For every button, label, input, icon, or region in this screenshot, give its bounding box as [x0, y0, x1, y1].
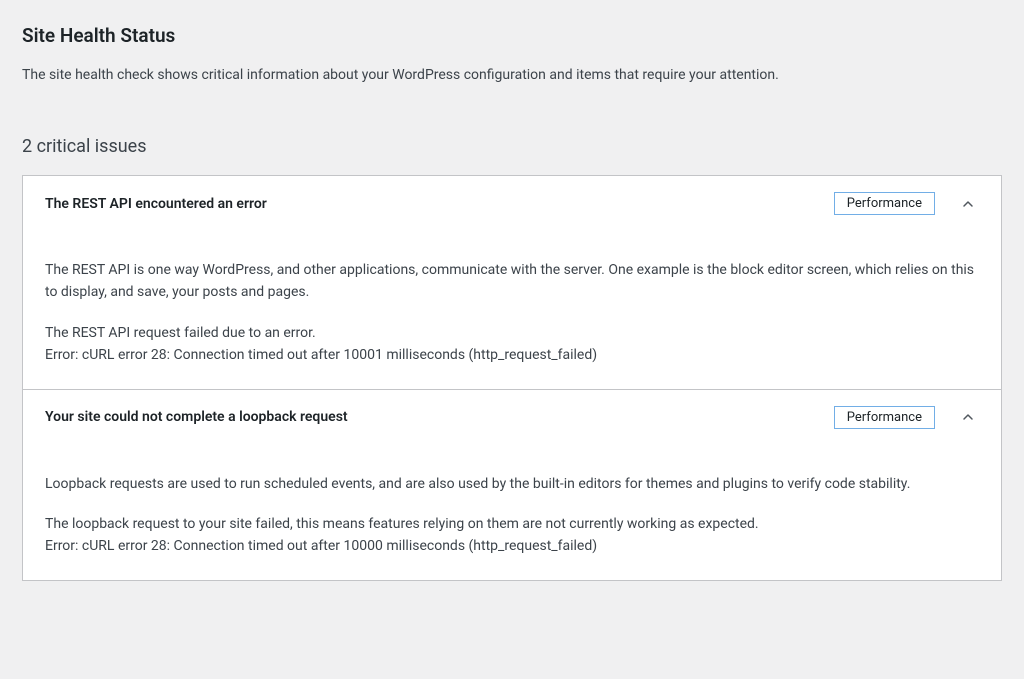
- chevron-up-icon: [957, 193, 979, 215]
- issue-toggle[interactable]: Your site could not complete a loopback …: [45, 406, 979, 429]
- page-title: Site Health Status: [22, 24, 1002, 47]
- issue-toggle[interactable]: The REST API encountered an error Perfor…: [45, 192, 979, 215]
- issue-text: The REST API is one way WordPress, and o…: [45, 259, 979, 304]
- issue-item: Your site could not complete a loopback …: [23, 389, 1001, 580]
- issue-category-badge: Performance: [834, 192, 935, 215]
- chevron-up-icon: [957, 406, 979, 428]
- issue-text: Loopback requests are used to run schedu…: [45, 473, 979, 495]
- issue-text: The loopback request to your site failed…: [45, 513, 979, 558]
- issue-body: The REST API is one way WordPress, and o…: [45, 259, 979, 367]
- issue-title: Your site could not complete a loopback …: [45, 409, 348, 425]
- issue-title: The REST API encountered an error: [45, 196, 267, 212]
- issues-count: 2 critical issues: [22, 136, 1002, 157]
- issue-item: The REST API encountered an error Perfor…: [23, 176, 1001, 389]
- issue-meta: Performance: [834, 406, 979, 429]
- issues-list: The REST API encountered an error Perfor…: [22, 175, 1002, 581]
- issue-meta: Performance: [834, 192, 979, 215]
- issue-text: The REST API request failed due to an er…: [45, 322, 979, 367]
- issue-category-badge: Performance: [834, 406, 935, 429]
- issue-body: Loopback requests are used to run schedu…: [45, 473, 979, 558]
- page-intro: The site health check shows critical inf…: [22, 65, 1002, 86]
